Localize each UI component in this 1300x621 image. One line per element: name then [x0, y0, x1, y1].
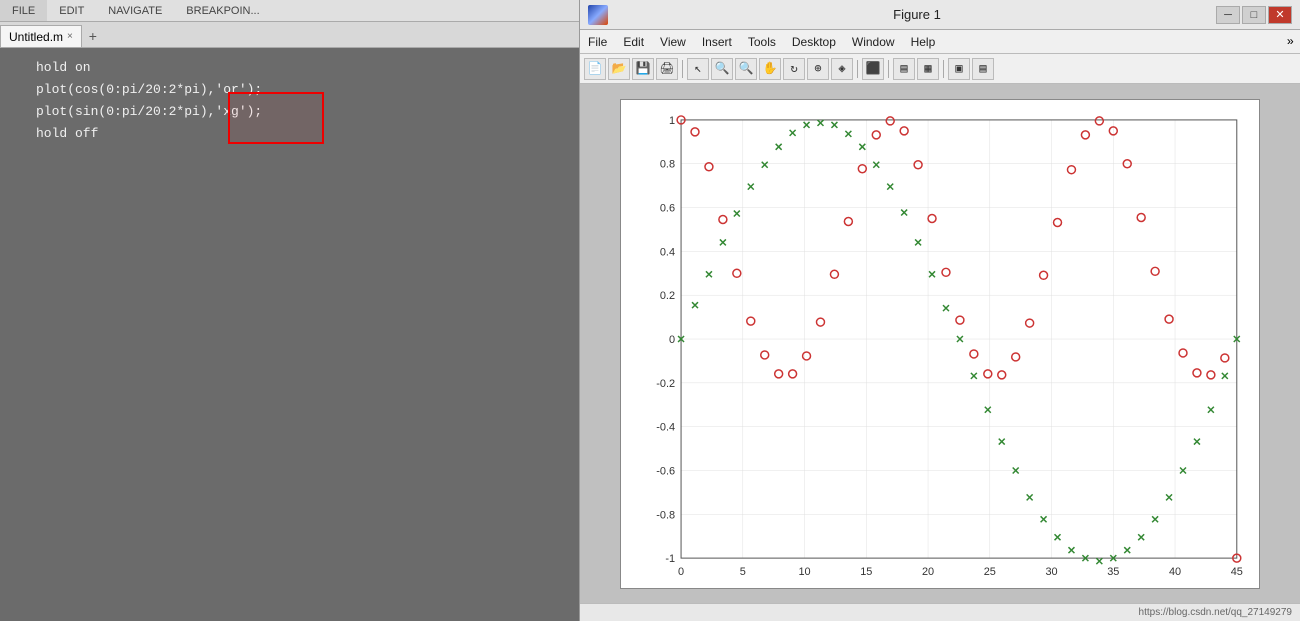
svg-text:0.4: 0.4	[660, 246, 675, 258]
brush-button[interactable]: ◈	[831, 58, 853, 80]
menu-edit[interactable]: Edit	[615, 30, 652, 53]
toolbar-breakpoints[interactable]: BREAKPOIN...	[174, 0, 271, 21]
svg-text:20: 20	[922, 566, 934, 578]
code-line-3: plot(sin(0:pi/20:2*pi),'xg');	[0, 100, 579, 122]
svg-text:0: 0	[678, 566, 684, 578]
tab-bar: Untitled.m × +	[0, 22, 579, 48]
svg-text:0.6: 0.6	[660, 202, 675, 214]
minimize-button[interactable]: ─	[1216, 6, 1240, 24]
menu-tools[interactable]: Tools	[740, 30, 784, 53]
svg-text:0.2: 0.2	[660, 290, 675, 302]
code-text-3: plot(sin(0:pi/20:2*pi),'xg');	[36, 104, 262, 119]
figure-title: Figure 1	[893, 7, 941, 22]
matlab-icon	[588, 5, 608, 25]
figure-icon-area	[588, 5, 618, 25]
code-text-1: hold on	[36, 60, 91, 75]
svg-text:0.8: 0.8	[660, 158, 675, 170]
svg-text:0: 0	[669, 334, 675, 346]
plot-container: -1 -0.8 -0.6 -0.4 -0.2 0 0.2 0.4 0.6 0.8…	[580, 84, 1300, 603]
svg-text:-0.2: -0.2	[656, 377, 675, 389]
close-button[interactable]: ✕	[1268, 6, 1292, 24]
figure-title-bar: Figure 1 ─ □ ✕	[580, 0, 1300, 30]
menu-file[interactable]: File	[580, 30, 615, 53]
code-text-2: plot(cos(0:pi/20:2*pi),'or');	[36, 82, 262, 97]
tab-close-icon[interactable]: ×	[67, 31, 73, 42]
maximize-button[interactable]: □	[1242, 6, 1266, 24]
svg-text:35: 35	[1107, 566, 1119, 578]
menu-help[interactable]: Help	[903, 30, 944, 53]
svg-text:45: 45	[1231, 566, 1243, 578]
toolbar-edit[interactable]: EDIT	[47, 0, 96, 21]
toolbar-navigate[interactable]: NAVIGATE	[96, 0, 174, 21]
plot-svg: -1 -0.8 -0.6 -0.4 -0.2 0 0.2 0.4 0.6 0.8…	[621, 100, 1259, 588]
figure-panel: Figure 1 ─ □ ✕ File Edit View Insert Too…	[580, 0, 1300, 621]
pointer-button[interactable]: ↖	[687, 58, 709, 80]
code-text-4: hold off	[36, 126, 98, 141]
figure-toolbar: 📄 📂 💾 🖨 ↖ 🔍 🔍 ✋ ↻ ⊕ ◈ ⬛ ▤ ▦ ▣ ▤	[580, 54, 1300, 84]
tab-label: Untitled.m	[9, 30, 63, 44]
rotate-button[interactable]: ↻	[783, 58, 805, 80]
svg-text:1: 1	[669, 114, 675, 126]
code-line-2: plot(cos(0:pi/20:2*pi),'or');	[0, 78, 579, 100]
svg-text:25: 25	[984, 566, 996, 578]
toggle-colorbar-button[interactable]: ▦	[917, 58, 939, 80]
menu-arrow: »	[1287, 35, 1300, 49]
figure-status: https://blog.csdn.net/qq_27149279	[580, 603, 1300, 621]
svg-text:-0.8: -0.8	[656, 509, 675, 521]
code-line-1: hold on	[0, 56, 579, 78]
zoom-out-button[interactable]: 🔍	[735, 58, 757, 80]
menu-insert[interactable]: Insert	[694, 30, 740, 53]
code-line-4: hold off	[0, 122, 579, 144]
new-tab-button[interactable]: +	[82, 25, 104, 47]
subplot-2[interactable]: ▤	[972, 58, 994, 80]
export-button[interactable]: ⬛	[862, 58, 884, 80]
window-controls: ─ □ ✕	[1216, 6, 1292, 24]
new-figure-button[interactable]: 📄	[584, 58, 606, 80]
figure-menu-bar: File Edit View Insert Tools Desktop Wind…	[580, 30, 1300, 54]
open-button[interactable]: 📂	[608, 58, 630, 80]
data-cursor-button[interactable]: ⊕	[807, 58, 829, 80]
svg-text:-0.4: -0.4	[656, 421, 675, 433]
separator-2	[857, 60, 858, 78]
print-button[interactable]: 🖨	[656, 58, 678, 80]
code-area[interactable]: hold on plot(cos(0:pi/20:2*pi),'or'); pl…	[0, 48, 579, 621]
svg-text:5: 5	[740, 566, 746, 578]
subplot-1[interactable]: ▣	[948, 58, 970, 80]
svg-text:-0.6: -0.6	[656, 465, 675, 477]
save-button[interactable]: 💾	[632, 58, 654, 80]
menu-window[interactable]: Window	[844, 30, 903, 53]
toggle-legend-button[interactable]: ▤	[893, 58, 915, 80]
toolbar-file[interactable]: FILE	[0, 0, 47, 21]
separator-3	[888, 60, 889, 78]
status-text: https://blog.csdn.net/qq_27149279	[1139, 607, 1292, 618]
separator-1	[682, 60, 683, 78]
pan-button[interactable]: ✋	[759, 58, 781, 80]
menu-desktop[interactable]: Desktop	[784, 30, 844, 53]
separator-4	[943, 60, 944, 78]
plot-area: -1 -0.8 -0.6 -0.4 -0.2 0 0.2 0.4 0.6 0.8…	[620, 99, 1260, 589]
svg-text:10: 10	[798, 566, 810, 578]
editor-panel: FILE EDIT NAVIGATE BREAKPOIN... Untitled…	[0, 0, 580, 621]
menu-view[interactable]: View	[652, 30, 694, 53]
editor-tab[interactable]: Untitled.m ×	[0, 25, 82, 47]
svg-text:-1: -1	[665, 553, 675, 565]
svg-text:15: 15	[860, 566, 872, 578]
svg-text:40: 40	[1169, 566, 1181, 578]
svg-text:30: 30	[1045, 566, 1057, 578]
editor-toolbar: FILE EDIT NAVIGATE BREAKPOIN...	[0, 0, 579, 22]
zoom-in-button[interactable]: 🔍	[711, 58, 733, 80]
